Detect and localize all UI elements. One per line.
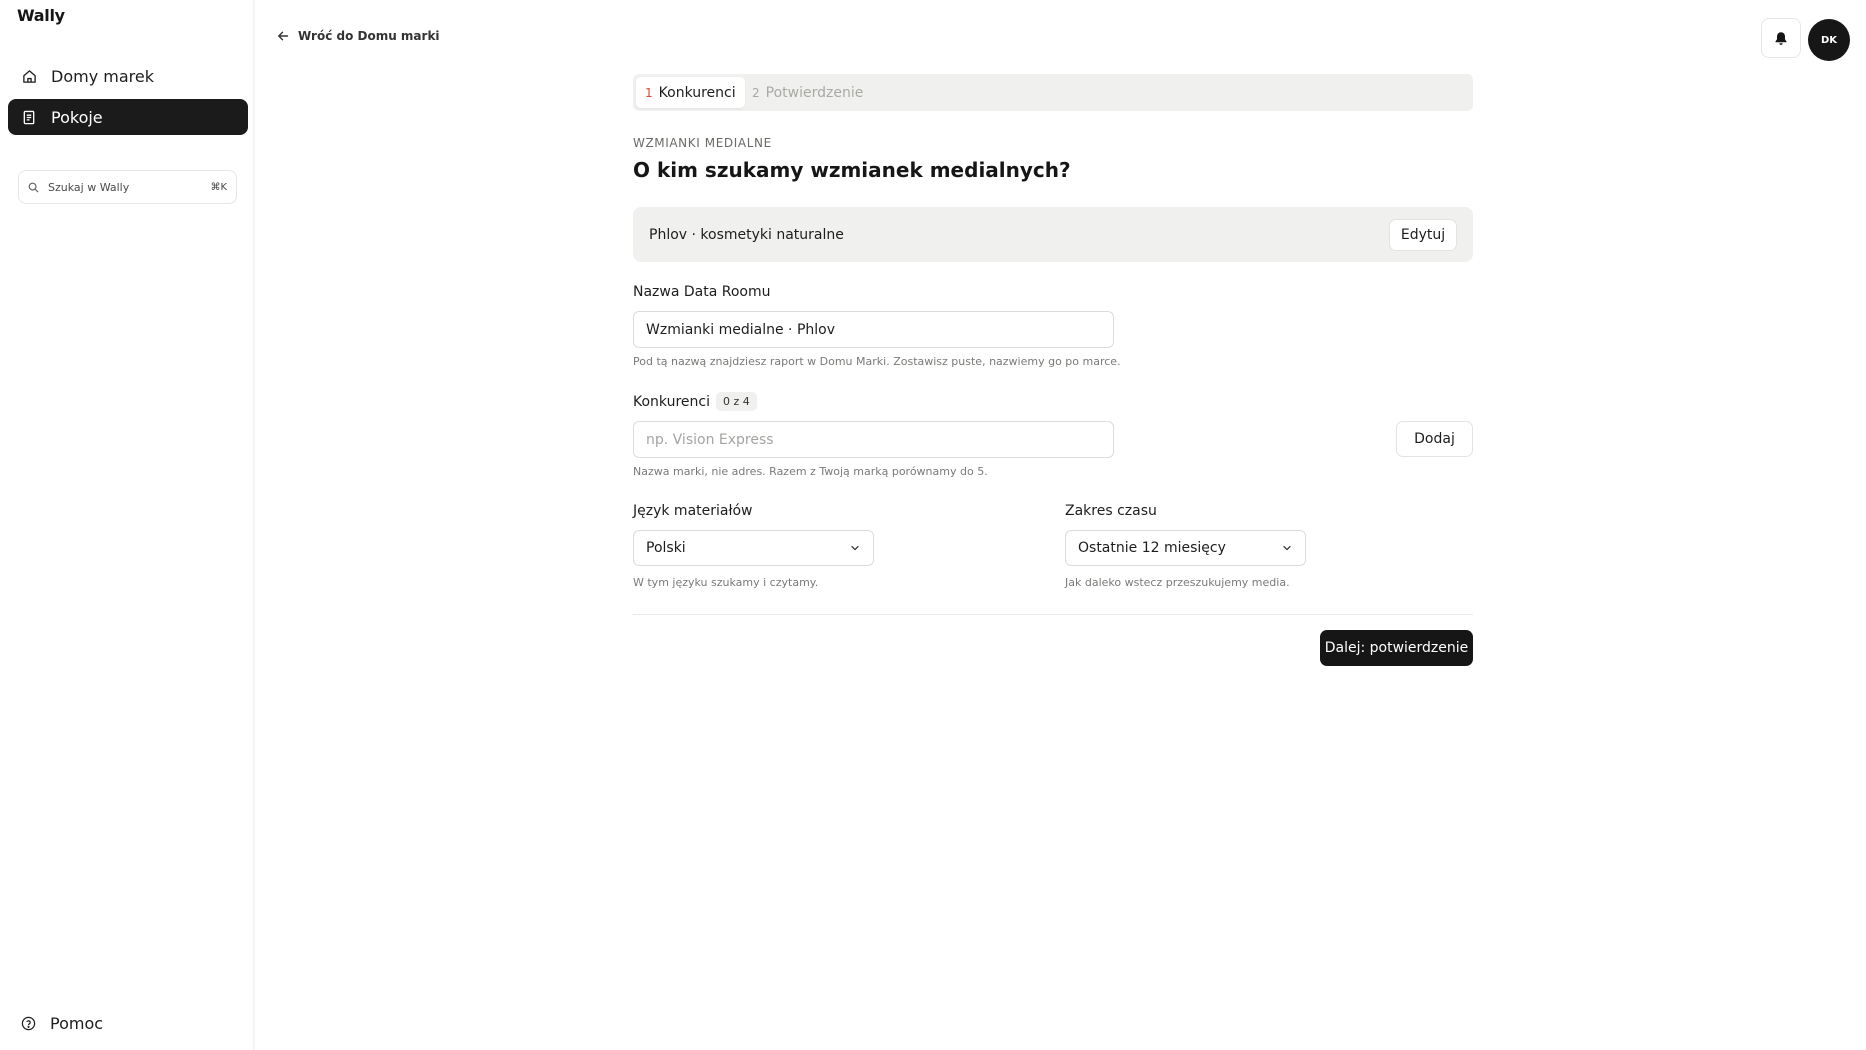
help-link[interactable]: Pomoc [21,1014,103,1033]
brand-summary: Phlov · kosmetyki naturalne [649,226,844,243]
arrow-left-icon [277,30,289,42]
sidebar-item-label: Pokoje [51,107,103,127]
main-area: Wróć do Domu marki DK 1 Konkurenci 2 Pot… [255,0,1866,1050]
avatar[interactable]: DK [1808,19,1850,61]
search-shortcut: ⌘K [210,181,227,193]
room-name-label: Nazwa Data Roomu [633,284,771,300]
section-eyebrow: WZMIANKI MEDIALNE [633,136,772,150]
step-konkurenci[interactable]: 1 Konkurenci [636,77,745,108]
add-competitor-button[interactable]: Dodaj [1396,421,1473,457]
time-range-value: Ostatnie 12 miesięcy [1078,540,1226,556]
language-hint: W tym języku szukamy i czytamy. [633,576,819,589]
sidebar-item-pokoje[interactable]: Pokoje [8,99,248,135]
competitors-label-row: Konkurenci 0 z 4 [633,392,757,411]
sidebar: Wally Domy marek Pokoje Szukaj w Wally ⌘… [0,0,254,1050]
competitor-input[interactable]: np. Vision Express [633,421,1114,458]
search-icon [28,182,39,193]
edit-button[interactable]: Edytuj [1389,218,1457,251]
language-select[interactable]: Polski [633,530,874,566]
search-placeholder: Szukaj w Wally [48,180,130,194]
competitors-label: Konkurenci [633,393,710,410]
home-icon [21,68,37,84]
brand-summary-box: Phlov · kosmetyki naturalne Edytuj [633,207,1473,262]
room-name-field[interactable]: Wzmianki medialne · Phlov [633,311,1114,348]
back-label: Wróć do Domu marki [298,29,440,43]
divider [633,614,1473,615]
search-input[interactable]: Szukaj w Wally ⌘K [18,170,237,204]
back-link[interactable]: Wróć do Domu marki [277,29,440,43]
bell-icon [1774,31,1788,46]
step-number: 1 [645,85,653,100]
language-value: Polski [646,540,686,556]
competitors-hint: Nazwa marki, nie adres. Razem z Twoją ma… [633,465,988,478]
document-icon [21,109,37,125]
competitors-count-badge: 0 z 4 [716,392,757,411]
step-potwierdzenie[interactable]: 2 Potwierdzenie [743,77,872,108]
next-button[interactable]: Dalej: potwierdzenie [1320,630,1473,666]
help-label: Pomoc [50,1014,104,1033]
help-circle-icon [21,1016,36,1031]
sidebar-item-domy-marek[interactable]: Domy marek [8,58,248,94]
sidebar-item-label: Domy marek [51,66,154,86]
step-number: 2 [752,85,760,100]
time-range-label: Zakres czasu [1065,503,1157,519]
chevron-down-icon [1281,542,1293,554]
language-label: Język materiałów [633,503,753,519]
app-logo: Wally [17,6,65,25]
room-name-hint: Pod tą nazwą znajdziesz raport w Domu Ma… [633,355,1121,368]
time-range-hint: Jak daleko wstecz przeszukujemy media. [1065,576,1290,589]
stepper: 1 Konkurenci 2 Potwierdzenie [633,74,1473,111]
step-label: Konkurenci [658,84,736,101]
notifications-button[interactable] [1761,18,1801,58]
page-title: O kim szukamy wzmianek medialnych? [633,158,1071,182]
time-range-select[interactable]: Ostatnie 12 miesięcy [1065,530,1306,566]
chevron-down-icon [849,542,861,554]
step-label: Potwierdzenie [765,84,864,101]
